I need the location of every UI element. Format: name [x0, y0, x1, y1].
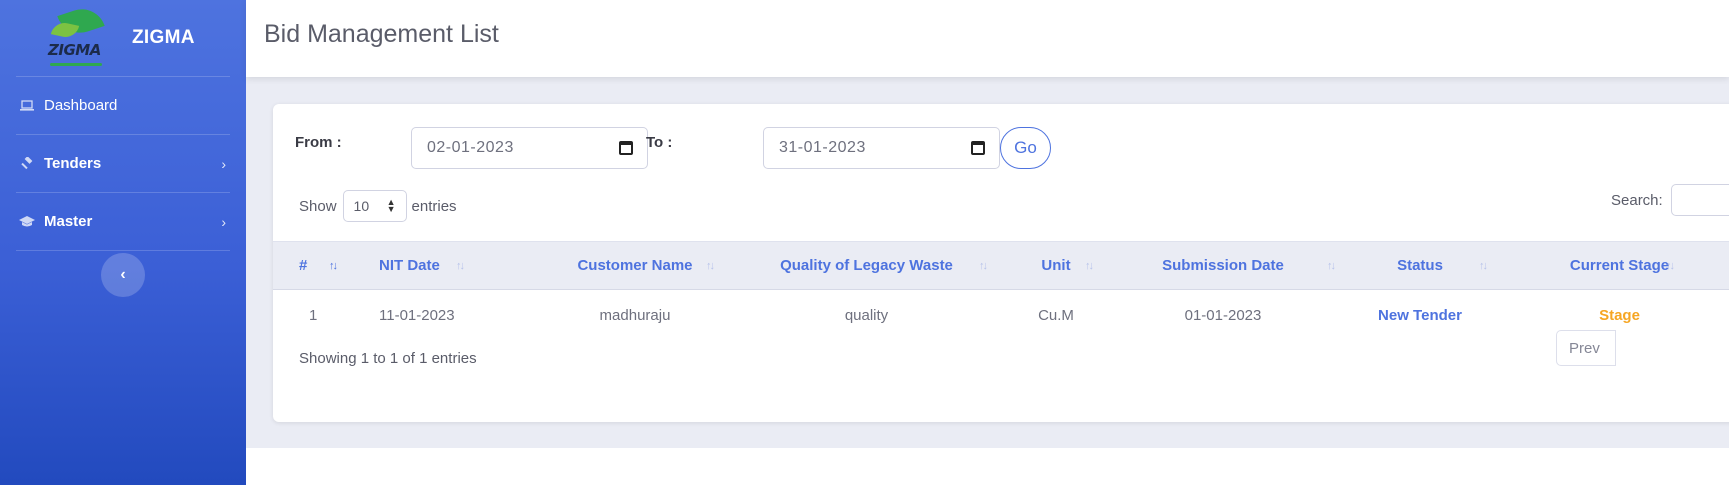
show-label: Show: [299, 197, 337, 215]
cell-customer-name: madhuraju: [599, 307, 671, 325]
sidebar-item-tenders[interactable]: Tenders ›: [16, 135, 230, 193]
chevron-left-icon: ‹: [120, 266, 126, 283]
status-badge: New Tender: [1378, 307, 1462, 325]
bid-table: # ↑↓ NIT Date ↑↓ Customer Name ↑↓ Qualit…: [273, 241, 1729, 342]
cell-submission-date: 01-01-2023: [1184, 307, 1262, 325]
column-header-unit[interactable]: Unit ↑↓: [1010, 242, 1102, 290]
search-input[interactable]: [1670, 184, 1729, 216]
previous-page-button[interactable]: Prev: [1556, 330, 1616, 366]
laptop-icon: [19, 99, 35, 113]
calendar-icon[interactable]: [971, 141, 985, 155]
sidebar-item-label: Master: [44, 213, 93, 230]
bid-list-card: From : 02-01-2023 To : 31-01-2023 Go Sho…: [273, 104, 1729, 422]
from-date-value: 02-01-2023: [427, 139, 514, 156]
search-control: Search:: [1611, 184, 1729, 216]
column-header-nit-date[interactable]: NIT Date ↑↓: [371, 242, 547, 290]
from-date-input[interactable]: 02-01-2023: [411, 127, 648, 169]
sort-icon: ↑↓: [1666, 259, 1675, 272]
footer-strip: [246, 448, 1729, 485]
logo-underline: [50, 63, 102, 66]
column-header-status[interactable]: Status ↑↓: [1344, 242, 1496, 290]
column-header-current-stage[interactable]: Current Stage ↑↓: [1496, 242, 1729, 290]
cell-unit: Cu.M: [1038, 307, 1074, 325]
select-arrows-icon: ▲ ▼: [386, 197, 396, 214]
to-date-input[interactable]: 31-01-2023: [763, 127, 1000, 169]
sort-icon: ↑↓: [1479, 259, 1488, 272]
sidebar-item-label: Dashboard: [44, 97, 118, 114]
column-header-quality[interactable]: Quality of Legacy Waste ↑↓: [723, 242, 1010, 290]
sidebar: ZIGMA ZIGMA Dashboard Tenders › Master ›…: [0, 0, 246, 485]
cell-nit-date: 11-01-2023: [379, 307, 455, 325]
chevron-right-icon: ›: [221, 213, 226, 230]
page-size-control: Show 10 ▲ ▼ entries: [299, 190, 457, 222]
from-label: From :: [295, 134, 342, 151]
brand[interactable]: ZIGMA ZIGMA: [16, 0, 230, 77]
column-header-number[interactable]: # ↑↓: [273, 242, 371, 290]
search-label: Search:: [1611, 191, 1663, 209]
entries-label: entries: [411, 197, 457, 215]
sort-asc-icon: ↑↓: [329, 259, 338, 272]
sidebar-item-master[interactable]: Master ›: [16, 193, 230, 251]
sort-icon: ↑↓: [1327, 259, 1336, 272]
topbar: Bid Management List: [246, 0, 1729, 77]
go-button[interactable]: Go: [1000, 127, 1051, 169]
sidebar-toggle-button[interactable]: ‹: [101, 253, 145, 297]
column-header-submission-date[interactable]: Submission Date ↑↓: [1102, 242, 1344, 290]
cell-number: 1: [309, 307, 318, 325]
sidebar-item-label: Tenders: [44, 155, 102, 172]
brand-name: ZIGMA: [132, 27, 195, 48]
logo-wordmark: ZIGMA: [48, 41, 101, 59]
sort-icon: ↑↓: [456, 259, 465, 272]
chevron-right-icon: ›: [221, 155, 226, 172]
sort-icon: ↑↓: [706, 259, 715, 272]
sidebar-item-dashboard[interactable]: Dashboard: [16, 77, 230, 135]
page-size-value: 10: [353, 198, 370, 214]
gavel-icon: [19, 156, 35, 171]
main-content: Bid Management List From : 02-01-2023 To…: [246, 0, 1729, 485]
page-title: Bid Management List: [264, 20, 499, 48]
to-date-value: 31-01-2023: [779, 139, 866, 156]
table-header-row: # ↑↓ NIT Date ↑↓ Customer Name ↑↓ Qualit…: [273, 241, 1729, 290]
sort-icon: ↑↓: [1085, 259, 1094, 272]
table-info: Showing 1 to 1 of 1 entries: [299, 350, 477, 367]
sort-icon: ↑↓: [979, 259, 988, 272]
cell-quality: quality: [844, 307, 889, 325]
calendar-icon[interactable]: [619, 141, 633, 155]
to-label: To :: [646, 134, 673, 151]
graduation-cap-icon: [19, 215, 35, 229]
table-row[interactable]: 1 11-01-2023 madhuraju quality Cu.M 01-0…: [273, 290, 1729, 342]
page-size-select[interactable]: 10 ▲ ▼: [342, 190, 407, 222]
column-header-customer-name[interactable]: Customer Name ↑↓: [547, 242, 723, 290]
zigma-logo: ZIGMA: [46, 3, 106, 71]
